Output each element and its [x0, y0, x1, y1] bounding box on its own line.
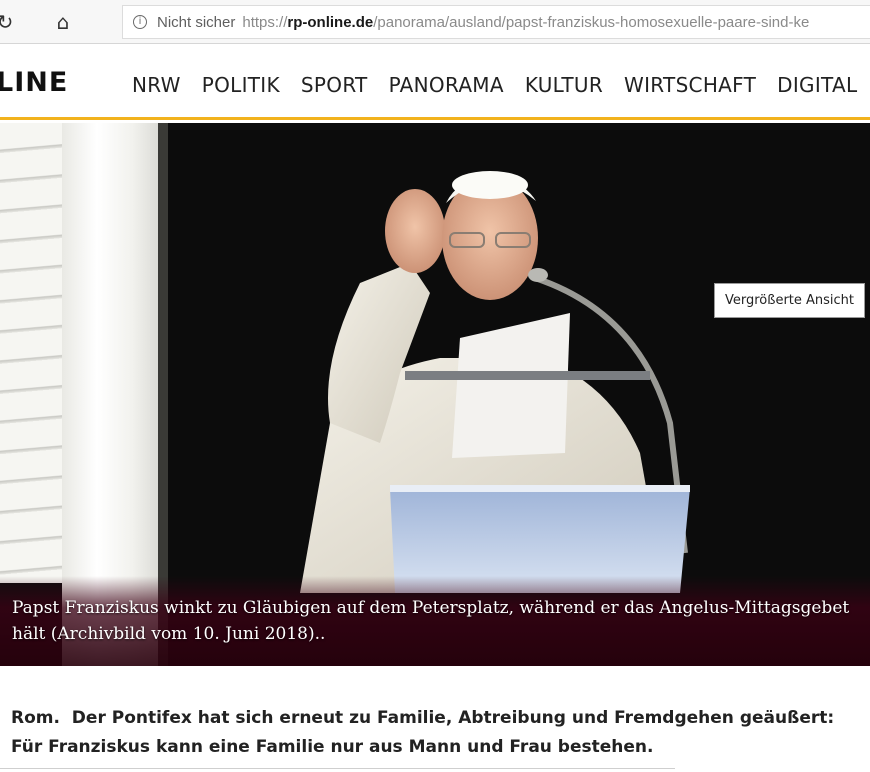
image-caption: Papst Franziskus winkt zu Gläubigen auf … — [12, 598, 850, 644]
url-prefix: https:// — [242, 13, 288, 31]
article-lead-text: Der Pontifex hat sich erneut zu Familie,… — [11, 708, 835, 757]
divider — [0, 768, 675, 769]
reload-icon[interactable]: ↻ — [0, 5, 22, 39]
browser-toolbar: ↻ ⌂ i Nicht sicher https://rp-online.de /… — [0, 0, 870, 44]
nav-item-sport[interactable]: SPORT — [301, 73, 368, 97]
enlarge-tooltip[interactable]: Vergrößerte Ansicht — [714, 283, 866, 318]
home-icon[interactable]: ⌂ — [46, 5, 80, 39]
url-host: rp-online.de — [287, 13, 374, 31]
address-bar[interactable]: i Nicht sicher https://rp-online.de/pano… — [122, 5, 870, 39]
nav-item-kultur[interactable]: KULTUR — [525, 73, 603, 97]
nav-item-politik[interactable]: POLITIK — [202, 73, 280, 97]
nav-item-wirtschaft[interactable]: WIRTSCHAFT — [624, 73, 756, 97]
site-logo[interactable]: LINE — [0, 67, 68, 98]
security-label[interactable]: Nicht sicher — [157, 14, 235, 31]
main-navigation: NRW POLITIK SPORT PANORAMA KULTUR WIRTSC… — [132, 73, 870, 97]
nav-item-panorama[interactable]: PANORAMA — [389, 73, 504, 97]
article-lead: Rom. Der Pontifex hat sich erneut zu Fam… — [11, 704, 870, 762]
info-icon[interactable]: i — [133, 15, 147, 29]
url-path: /panorama/ausland/papst-franziskus-homos… — [373, 13, 810, 31]
hero-image[interactable]: Papst Franziskus winkt zu Gläubigen auf … — [0, 123, 870, 666]
nav-item-nrw[interactable]: NRW — [132, 73, 181, 97]
article-dateline: Rom. — [11, 708, 60, 728]
site-header: LINE NRW POLITIK SPORT PANORAMA KULTUR W… — [0, 45, 870, 120]
nav-item-digital[interactable]: DIGITAL — [777, 73, 857, 97]
